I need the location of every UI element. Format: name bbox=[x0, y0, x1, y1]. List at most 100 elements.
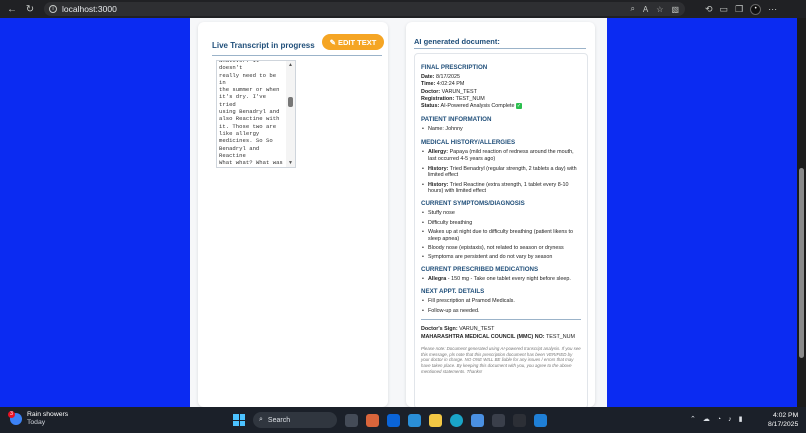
snipping-tool-icon[interactable] bbox=[492, 413, 505, 427]
weather-subtitle: Today bbox=[27, 419, 46, 426]
notification-badge: 3 bbox=[8, 411, 15, 418]
checkmark-icon: ✓ bbox=[516, 103, 522, 110]
wifi-icon[interactable]: ◔ bbox=[717, 416, 721, 423]
history-label: History: bbox=[428, 181, 449, 188]
history-icon[interactable]: ⟲ bbox=[705, 4, 713, 15]
taskbar: 3 Rain showers Today ⌕ Search ⌃ ☁ ◔ ♪ ▮ … bbox=[0, 407, 806, 433]
history-text: Tried Reactine (extra strength, 1 tablet… bbox=[428, 181, 569, 195]
time-label: Time: bbox=[421, 81, 436, 88]
battery-icon[interactable]: ▮ bbox=[739, 415, 743, 423]
search-icon: ⌕ bbox=[259, 416, 263, 423]
prescription-document: FINAL PRESCRIPTION Date: 8/17/2025 Time:… bbox=[414, 53, 588, 409]
edit-text-label: EDIT TEXT bbox=[337, 37, 377, 47]
date-value: 8/17/2025 bbox=[435, 74, 460, 81]
url-text: localhost:3000 bbox=[62, 4, 117, 14]
transcript-scrollbar-thumb[interactable] bbox=[288, 97, 293, 107]
next-appt-list: Fill prescription at Pramod Medicals. Fo… bbox=[421, 298, 581, 314]
medication-details: - 150 mg - Take one tablet every night b… bbox=[446, 276, 571, 283]
status-label: Status: bbox=[421, 103, 440, 110]
weather-title: Rain showers bbox=[27, 411, 69, 418]
disclaimer-note: Please note: Document generated using AI… bbox=[421, 345, 581, 375]
medications-list: Allegra - 150 mg - Take one tablet every… bbox=[421, 276, 581, 283]
page-scrollbar-thumb[interactable] bbox=[799, 168, 804, 358]
doctor-label: Doctor: bbox=[421, 88, 441, 95]
status-value: AI-Powered Analysis Complete bbox=[440, 103, 515, 110]
history-list: Allergy: Papaya (mild reaction of rednes… bbox=[421, 149, 581, 195]
time-value: 4:02:24 PM bbox=[436, 81, 465, 88]
clock-date: 8/17/2025 bbox=[768, 421, 799, 428]
vscode-icon[interactable] bbox=[534, 413, 547, 427]
list-item: Symptoms are persistent and do not vary … bbox=[421, 254, 581, 261]
symptoms-heading: CURRENT SYMPTOMS/DIAGNOSIS bbox=[421, 200, 525, 208]
transcript-text: Whatever. It doesn't really need to be i… bbox=[219, 60, 283, 167]
read-aloud-icon[interactable]: A bbox=[643, 5, 648, 14]
extensions-icon[interactable]: ▧ bbox=[671, 5, 679, 14]
list-item: Stuffy nose bbox=[421, 210, 581, 217]
windows-start-icon[interactable] bbox=[233, 414, 245, 426]
notepad-icon[interactable] bbox=[471, 413, 484, 427]
list-item: History: Tried Benadryl (regular strengt… bbox=[421, 166, 581, 180]
address-bar[interactable]: i localhost:3000 ⌕ A ☆ ▧ bbox=[44, 2, 685, 16]
copilot-icon[interactable] bbox=[366, 413, 379, 427]
doctor-value: VARUN_TEST bbox=[441, 88, 477, 95]
sign-label: Doctor's Sign: bbox=[421, 326, 458, 333]
outlook-icon[interactable] bbox=[387, 413, 400, 427]
divider bbox=[212, 55, 382, 56]
more-menu-icon[interactable]: ⋯ bbox=[768, 4, 777, 15]
task-view-icon[interactable] bbox=[345, 413, 358, 427]
cloud-icon[interactable]: ☁ bbox=[703, 415, 710, 423]
ai-document-title: AI generated document: bbox=[414, 37, 500, 46]
back-icon[interactable]: ← bbox=[3, 0, 21, 18]
rain-icon: 3 bbox=[8, 411, 22, 425]
collections-icon[interactable]: ❐ bbox=[735, 4, 743, 15]
divider bbox=[421, 319, 581, 321]
zoom-icon[interactable]: ⌕ bbox=[630, 4, 634, 14]
favorite-star-icon[interactable]: ☆ bbox=[656, 5, 663, 14]
history-text: Papaya (mild reaction of redness around … bbox=[428, 149, 574, 163]
volume-icon[interactable]: ♪ bbox=[728, 416, 732, 423]
prescription-heading: FINAL PRESCRIPTION bbox=[421, 64, 488, 71]
transcript-textarea[interactable]: Whatever. It doesn't really need to be i… bbox=[216, 60, 296, 168]
list-item: Bloody nose (epistaxis), not related to … bbox=[421, 245, 581, 252]
history-heading: MEDICAL HISTORY/ALLERGIES bbox=[421, 139, 516, 147]
divider bbox=[414, 48, 586, 49]
app-container: Live Transcript in progress ✎ EDIT TEXT … bbox=[190, 18, 607, 409]
history-label: Allergy: bbox=[428, 149, 449, 156]
edge-icon[interactable] bbox=[450, 413, 463, 427]
scroll-down-icon[interactable]: ▼ bbox=[288, 160, 293, 166]
clock-time: 4:02 PM bbox=[772, 412, 799, 419]
taskbar-search[interactable]: ⌕ Search bbox=[253, 412, 337, 428]
info-icon[interactable]: i bbox=[49, 5, 57, 13]
page-scrollbar[interactable] bbox=[797, 18, 806, 407]
registration-value: TEST_NUM bbox=[455, 95, 485, 102]
browser-toolbar: ← ↻ i localhost:3000 ⌕ A ☆ ▧ ⟲ ▭ ❐ • ⋯ bbox=[0, 0, 806, 18]
doctor-sign: Doctor's Sign: VARUN_TEST bbox=[421, 326, 581, 333]
search-label: Search bbox=[267, 416, 291, 424]
file-explorer-icon[interactable] bbox=[429, 413, 442, 427]
medication-name: Allegra bbox=[428, 276, 447, 283]
list-item: Fill prescription at Pramod Medicals. bbox=[421, 298, 581, 305]
avatar[interactable]: • bbox=[750, 3, 762, 15]
ai-document-panel: AI generated document: FINAL PRESCRIPTIO… bbox=[406, 22, 595, 409]
council-value: TEST_NUM bbox=[545, 333, 576, 340]
terminal-icon[interactable] bbox=[513, 413, 526, 427]
list-item: History: Tried Reactine (extra strength,… bbox=[421, 182, 581, 196]
reload-icon[interactable]: ↻ bbox=[21, 0, 39, 18]
screenshot-icon[interactable]: ▭ bbox=[720, 4, 729, 15]
symptoms-list: Stuffy nose Difficulty breathing Wakes u… bbox=[421, 210, 581, 261]
registration-label: Registration: bbox=[421, 95, 455, 102]
list-item: Allegra - 150 mg - Take one tablet every… bbox=[421, 276, 581, 283]
taskbar-clock[interactable]: 4:02 PM 8/17/2025 bbox=[768, 411, 798, 429]
medications-heading: CURRENT PRESCRIBED MEDICATIONS bbox=[421, 266, 539, 274]
store-icon[interactable] bbox=[408, 413, 421, 427]
transcript-title: Live Transcript in progress bbox=[212, 41, 315, 50]
list-item: Follow-up as needed. bbox=[421, 308, 581, 315]
list-item: Wakes up at night due to difficulty brea… bbox=[421, 229, 581, 243]
history-text: Tried Benadryl (regular strength, 2 tabl… bbox=[428, 165, 577, 179]
council-label: MAHARASHTRA MEDICAL COUNCIL (MMC) NO: bbox=[421, 333, 545, 340]
chevron-up-icon[interactable]: ⌃ bbox=[690, 415, 696, 423]
edit-text-button[interactable]: ✎ EDIT TEXT bbox=[322, 34, 384, 50]
weather-widget[interactable]: 3 Rain showers Today bbox=[8, 411, 69, 427]
transcript-scrollbar[interactable]: ▲ ▼ bbox=[286, 61, 295, 167]
scroll-up-icon[interactable]: ▲ bbox=[288, 62, 293, 68]
